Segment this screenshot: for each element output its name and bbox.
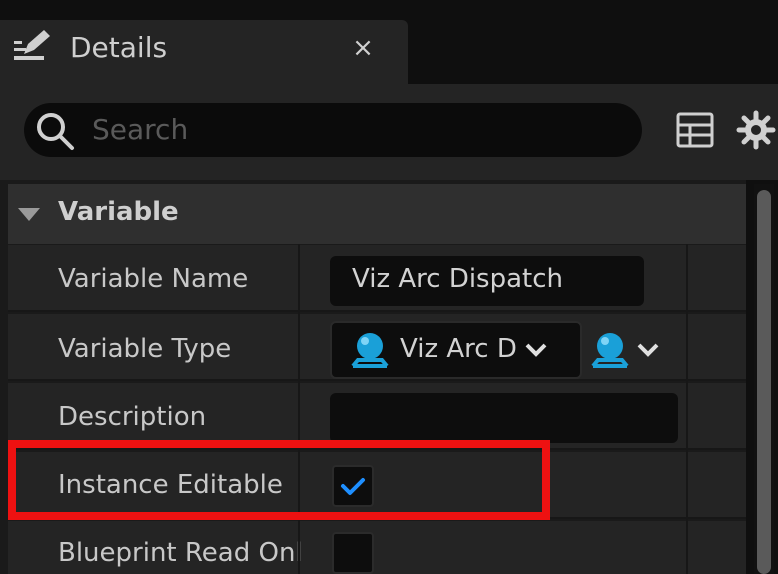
edit-pencil-icon — [14, 30, 50, 60]
property-label: Variable Type — [58, 334, 232, 364]
search-input[interactable] — [92, 106, 612, 152]
variable-name-value: Viz Arc Dispatch — [352, 264, 564, 294]
column-divider — [686, 244, 688, 574]
description-field[interactable] — [330, 393, 678, 443]
property-label: Variable Name — [58, 264, 249, 294]
chevron-down-icon — [525, 343, 547, 357]
column-divider — [298, 244, 300, 574]
grid-view-icon[interactable] — [676, 112, 714, 148]
highlight-box — [8, 440, 550, 520]
container-type-icon[interactable] — [590, 330, 630, 370]
tab-title: Details — [70, 31, 168, 64]
close-tab-button[interactable]: × — [346, 30, 380, 66]
object-pin-icon — [351, 333, 389, 368]
chevron-down-icon[interactable] — [636, 340, 660, 360]
scrollbar-thumb[interactable] — [757, 190, 771, 574]
blueprint-read-only-checkbox[interactable] — [332, 532, 374, 574]
property-label: Blueprint Read Onl — [58, 538, 303, 568]
property-label: Description — [58, 402, 207, 432]
search-icon — [37, 113, 74, 150]
chevron-down-icon[interactable] — [18, 206, 40, 222]
category-label: Variable — [58, 197, 179, 227]
variable-type-value: Viz Arc D — [400, 334, 517, 364]
gear-icon[interactable] — [736, 110, 776, 150]
